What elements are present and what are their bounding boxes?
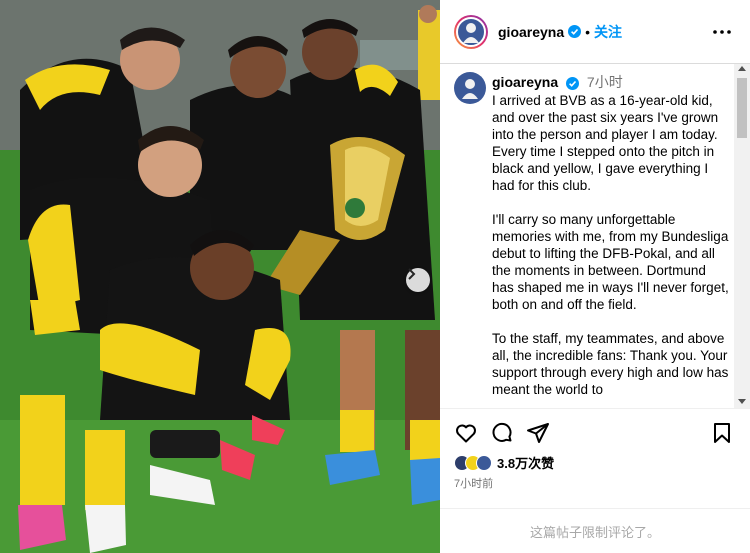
post-header: gioareyna • 关注 [440, 0, 750, 64]
post-timestamp[interactable]: 7小时前 [454, 475, 493, 491]
comment-icon[interactable] [490, 421, 514, 445]
more-options-icon[interactable] [712, 22, 732, 42]
scroll-down-arrow-icon[interactable] [738, 399, 746, 404]
carousel-next-button[interactable] [406, 268, 430, 292]
team-celebration-image [0, 0, 440, 553]
caption-paragraph: To the staff, my teammates, and above al… [492, 331, 729, 397]
caption-avatar[interactable] [454, 72, 486, 104]
verified-badge-icon [568, 25, 582, 38]
user-silhouette-icon [462, 79, 478, 99]
likes-count[interactable]: 3.8万次赞 [497, 453, 554, 472]
caption-header: gioareyna 7小时 [492, 72, 623, 92]
chevron-right-icon [408, 268, 416, 280]
likes-row[interactable]: 3.8万次赞 [454, 453, 554, 472]
caption-paragraph: I arrived at BVB as a 16-year-old kid, a… [492, 93, 719, 193]
verified-badge-icon [566, 76, 580, 90]
avatar[interactable] [454, 14, 488, 49]
comments-restricted-notice: 这篇帖子限制评论了。 [440, 508, 750, 553]
caption-scrollbar[interactable] [734, 64, 750, 408]
bookmark-icon[interactable] [710, 421, 734, 445]
post-actions: 3.8万次赞 7小时前 [440, 408, 750, 504]
separator-dot: • [585, 23, 591, 40]
caption-paragraph: I'll carry so many unforgettable memorie… [492, 212, 729, 312]
share-icon[interactable] [526, 421, 550, 445]
post-photo[interactable] [0, 0, 440, 553]
header-username[interactable]: gioareyna [498, 24, 564, 40]
caption-text: I arrived at BVB as a 16-year-old kid, a… [492, 92, 730, 408]
caption-time[interactable]: 7小时 [587, 74, 623, 90]
liker-avatar [476, 454, 492, 471]
scroll-up-arrow-icon[interactable] [738, 66, 746, 71]
heart-icon[interactable] [454, 421, 478, 445]
caption-username[interactable]: gioareyna [492, 74, 558, 90]
caption-area[interactable]: gioareyna 7小时 I arrived at BVB as a 16-y… [440, 64, 750, 408]
avatar-image [456, 16, 486, 47]
scroll-thumb[interactable] [737, 78, 747, 138]
user-silhouette-icon [463, 22, 479, 43]
post-side-panel: gioareyna • 关注 gioareyna 7小时 I arrived a… [440, 0, 750, 553]
follow-button[interactable]: 关注 [594, 22, 622, 42]
instagram-post-dialog: gioareyna • 关注 gioareyna 7小时 I arrived a… [0, 0, 750, 553]
